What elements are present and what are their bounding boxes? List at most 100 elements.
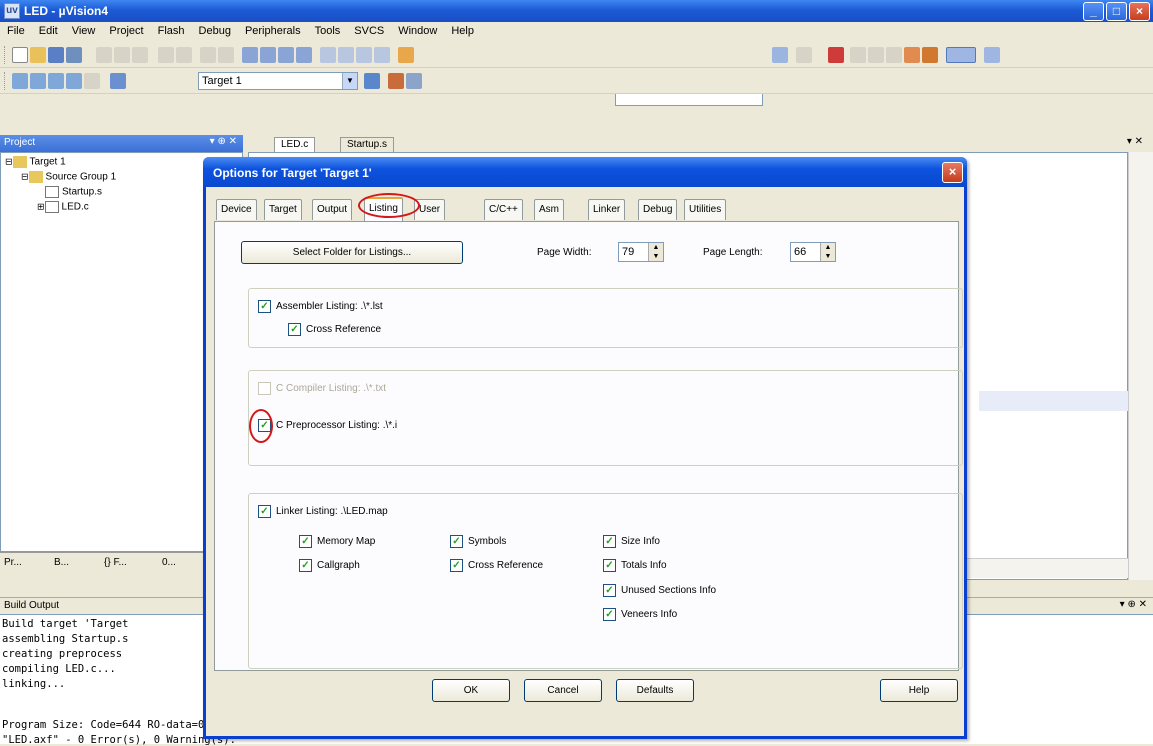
cancel-button[interactable]: Cancel — [524, 679, 602, 702]
copy-icon[interactable] — [114, 47, 130, 63]
stop-build-icon[interactable] — [84, 73, 100, 89]
menu-help[interactable]: Help — [444, 22, 481, 37]
download-icon[interactable] — [110, 73, 126, 89]
menu-file[interactable]: File — [0, 22, 32, 37]
next-bookmark-icon[interactable] — [278, 47, 294, 63]
size-info-checkbox[interactable]: ✓ Size Info — [603, 535, 660, 548]
translate-icon[interactable] — [12, 73, 28, 89]
save-all-icon[interactable] — [66, 47, 82, 63]
editor-tab-led-c[interactable]: LED.c — [274, 137, 316, 152]
tab-debug[interactable]: Debug — [638, 199, 678, 220]
tab-target[interactable]: Target — [264, 199, 302, 220]
unindent-icon[interactable] — [338, 47, 354, 63]
cut-icon[interactable] — [96, 47, 112, 63]
page-length-spinner[interactable]: 66 ▲ ▼ — [790, 242, 836, 262]
debug-session-icon[interactable] — [828, 47, 844, 63]
find-in-files-icon[interactable] — [398, 47, 414, 63]
menu-svcs[interactable]: SVCS — [347, 22, 391, 37]
minimize-button[interactable]: _ — [1083, 2, 1104, 21]
symbols-checkbox[interactable]: ✓ Symbols — [450, 535, 506, 548]
toolbar-grip[interactable] — [4, 46, 7, 64]
configure-icon[interactable] — [904, 47, 920, 63]
tab-books[interactable]: B... — [54, 557, 69, 568]
undo-icon[interactable] — [158, 47, 174, 63]
menu-view[interactable]: View — [65, 22, 103, 37]
assembler-listing-checkbox[interactable]: ✓ Assembler Listing: .\*.lst — [258, 300, 383, 313]
tree-item-startup[interactable]: Startup.s — [45, 186, 102, 198]
spinner-arrows-icon[interactable]: ▲ ▼ — [820, 243, 835, 261]
batch-build-icon[interactable] — [66, 73, 82, 89]
select-packs-icon[interactable] — [406, 73, 422, 89]
menu-peripherals[interactable]: Peripherals — [238, 22, 308, 37]
unused-sections-info-checkbox[interactable]: ✓ Unused Sections Info — [603, 584, 716, 597]
tab-asm[interactable]: Asm — [534, 199, 564, 220]
open-folder-icon[interactable] — [30, 47, 46, 63]
uncomment-icon[interactable] — [374, 47, 390, 63]
tab-templates[interactable]: 0... — [162, 557, 176, 568]
manage-components-icon[interactable] — [388, 73, 404, 89]
close-window-button[interactable]: × — [1129, 2, 1150, 21]
tab-functions[interactable]: {} F... — [104, 557, 127, 568]
select-folder-for-listings-button[interactable]: Select Folder for Listings... — [241, 241, 463, 264]
tree-item-target[interactable]: ⊟ Target 1 — [5, 156, 66, 168]
tab-output[interactable]: Output — [312, 199, 353, 220]
maximize-button[interactable]: □ — [1106, 2, 1127, 21]
build-icon[interactable] — [30, 73, 46, 89]
menu-edit[interactable]: Edit — [32, 22, 65, 37]
menu-flash[interactable]: Flash — [151, 22, 192, 37]
window-layout-icon[interactable] — [946, 47, 976, 63]
comment-icon[interactable] — [356, 47, 372, 63]
totals-info-checkbox[interactable]: ✓ Totals Info — [603, 559, 667, 572]
breakpoint-icon[interactable] — [850, 47, 866, 63]
memory-map-checkbox[interactable]: ✓ Memory Map — [299, 535, 375, 548]
menu-project[interactable]: Project — [102, 22, 150, 37]
spinner-arrows-icon[interactable]: ▲ ▼ — [648, 243, 663, 261]
redo-icon[interactable] — [176, 47, 192, 63]
target-options-icon[interactable] — [364, 73, 380, 89]
tab-c-cpp[interactable]: C/C++ — [484, 199, 523, 220]
linker-listing-checkbox[interactable]: ✓ Linker Listing: .\LED.map — [258, 505, 388, 518]
menu-debug[interactable]: Debug — [192, 22, 238, 37]
tab-project[interactable]: Pr... — [4, 557, 22, 568]
paste-icon[interactable] — [132, 47, 148, 63]
menu-tools[interactable]: Tools — [308, 22, 348, 37]
editor-vertical-scrollbar[interactable] — [1128, 152, 1153, 580]
tab-utilities[interactable]: Utilities — [684, 199, 727, 220]
chevron-down-icon[interactable]: ▼ — [342, 73, 357, 89]
menu-window[interactable]: Window — [391, 22, 444, 37]
navigate-back-icon[interactable] — [200, 47, 216, 63]
toolbar-grip[interactable] — [4, 72, 7, 90]
navigate-forward-icon[interactable] — [218, 47, 234, 63]
veneers-info-checkbox[interactable]: ✓ Veneers Info — [603, 608, 677, 621]
compiler-listing-checkbox[interactable]: C Compiler Listing: .\*.txt — [258, 382, 386, 395]
tab-linker[interactable]: Linker — [588, 199, 626, 220]
output-pane-close-icon[interactable]: ▾ ⊕ ✕ — [1120, 599, 1147, 610]
prev-bookmark-icon[interactable] — [260, 47, 276, 63]
ok-button[interactable]: OK — [432, 679, 510, 702]
rebuild-icon[interactable] — [48, 73, 64, 89]
save-icon[interactable] — [48, 47, 64, 63]
page-width-spinner[interactable]: 79 ▲ ▼ — [618, 242, 664, 262]
wrench-icon[interactable] — [984, 47, 1000, 63]
pane-close-icon[interactable]: ▾ ⊕ ✕ — [210, 136, 237, 147]
close-editor-icon[interactable]: ▾ ✕ — [1127, 136, 1143, 147]
editor-tab-startup[interactable]: Startup.s — [340, 137, 395, 152]
kill-breakpoints-icon[interactable] — [886, 47, 902, 63]
target-select[interactable]: Target 1 ▼ — [198, 72, 358, 90]
bookmark-icon[interactable] — [242, 47, 258, 63]
defaults-button[interactable]: Defaults — [616, 679, 694, 702]
new-file-icon[interactable] — [12, 47, 28, 63]
find-icon[interactable] — [772, 47, 788, 63]
callgraph-checkbox[interactable]: ✓ Callgraph — [299, 559, 360, 572]
cross-reference-checkbox[interactable]: ✓ Cross Reference — [288, 323, 381, 336]
help-button[interactable]: Help — [880, 679, 958, 702]
tab-device[interactable]: Device — [216, 199, 257, 220]
tree-item-source-group[interactable]: ⊟ Source Group 1 — [21, 171, 116, 183]
preprocessor-listing-checkbox[interactable]: ✓ C Preprocessor Listing: .\*.i — [258, 419, 397, 432]
incremental-find-icon[interactable] — [796, 47, 812, 63]
clear-bookmarks-icon[interactable] — [296, 47, 312, 63]
settings-icon[interactable] — [922, 47, 938, 63]
tree-item-led-c[interactable]: ⊞ LED.c — [37, 201, 89, 213]
indent-icon[interactable] — [320, 47, 336, 63]
disable-breakpoint-icon[interactable] — [868, 47, 884, 63]
